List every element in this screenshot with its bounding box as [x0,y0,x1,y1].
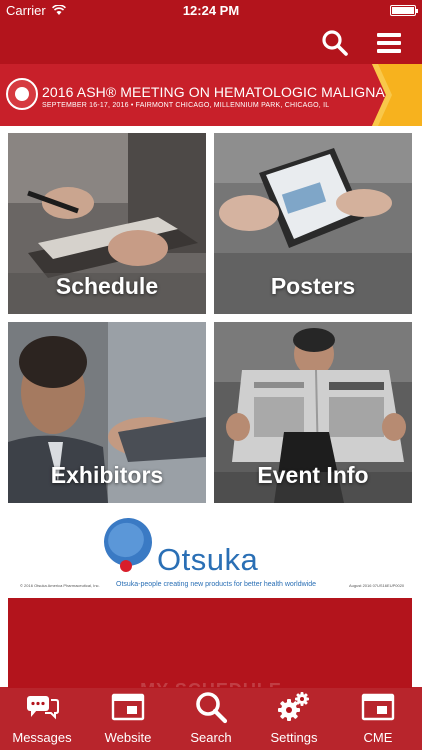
search-icon[interactable] [320,28,350,58]
otsuka-logo-icon [104,518,152,572]
browser-window-icon [111,693,145,721]
tile-label-exhibitors: Exhibitors [50,462,164,488]
tab-label-settings: Settings [270,730,318,745]
chat-bubbles-icon [27,696,59,720]
ad-brand: Otsuka [157,542,259,577]
banner-arrow-icon [372,64,422,126]
nav-bar [0,22,422,64]
my-schedule-panel[interactable] [8,598,412,688]
tab-bar: Messages Website Search Settings CME [0,687,422,750]
hamburger-menu-icon[interactable] [374,28,404,58]
tile-event-info[interactable]: Event Info [214,322,412,503]
tile-label-posters: Posters [270,273,356,299]
event-banner[interactable]: 2016 ASH® MEETING ON HEMATOLOGIC MALIGNA… [0,64,422,126]
search-icon [196,692,228,724]
tile-schedule[interactable]: Schedule [8,133,206,314]
tile-exhibitors[interactable]: Exhibitors [8,322,206,503]
tile-label-schedule: Schedule [55,273,159,299]
status-time: 12:24 PM [182,3,240,18]
banner-subtitle: SEPTEMBER 16-17, 2016 • FAIRMONT CHICAGO… [42,102,330,109]
tab-label-website: Website [104,730,152,745]
tab-label-messages: Messages [12,730,72,745]
status-bar: Carrier 12:24 PM [0,0,422,22]
ad-tagline: Otsuka-people creating new products for … [116,581,316,588]
tab-search[interactable]: Search [169,687,253,750]
ad-code: August 2016 07US16EUP0020 [349,583,405,588]
ash-seal-logo [6,78,38,110]
gears-icon [278,692,309,721]
ad-copyright: © 2016 Otsuka America Pharmaceutical, In… [20,583,100,588]
sponsor-ad[interactable]: Otsuka Otsuka-people creating new produc… [8,512,412,598]
tab-website[interactable]: Website [86,687,170,750]
tab-cme[interactable]: CME [336,687,420,750]
tab-label-cme: CME [363,730,393,745]
tile-label-event-info: Event Info [257,462,369,488]
battery-icon [390,5,418,16]
tab-messages[interactable]: Messages [0,687,84,750]
tab-label-search: Search [190,730,232,745]
tab-settings[interactable]: Settings [252,687,336,750]
tile-posters[interactable]: Posters [214,133,412,314]
browser-window-icon [361,693,395,721]
banner-title: 2016 ASH® MEETING ON HEMATOLOGIC MALIGNA… [42,84,422,100]
